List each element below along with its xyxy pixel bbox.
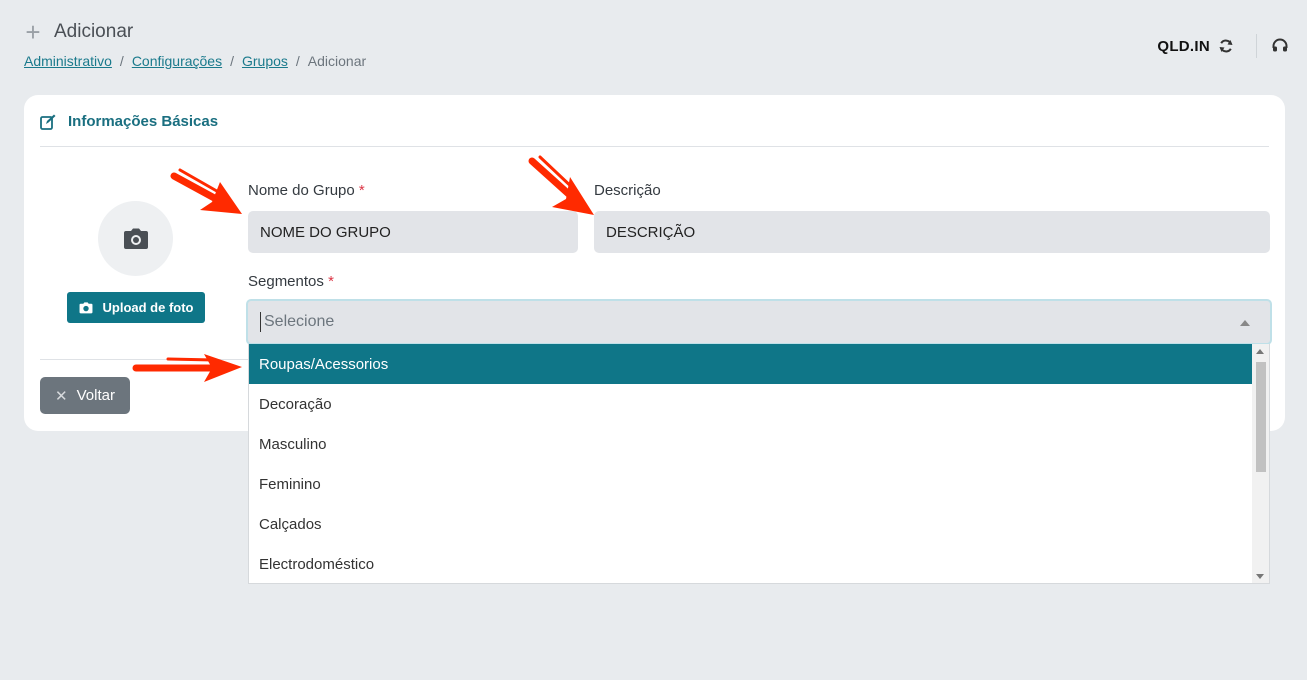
back-label: Voltar [76, 387, 115, 404]
close-icon: ✕ [55, 387, 68, 405]
segments-dropdown: Roupas/Acessorios Decoração Masculino Fe… [248, 344, 1270, 584]
camera-icon [123, 228, 148, 249]
dropdown-option[interactable]: Feminino [249, 464, 1253, 504]
annotation-arrow-icon [170, 168, 242, 214]
scroll-down-icon[interactable] [1256, 574, 1264, 579]
store-code: QLD.IN [1157, 37, 1210, 55]
card-title: Informações Básicas [68, 113, 219, 130]
text-caret [260, 312, 261, 332]
segments-placeholder: Selecione [264, 313, 335, 330]
dropdown-option[interactable]: Roupas/Acessorios [249, 344, 1253, 384]
breadcrumb-current: Adicionar [307, 53, 367, 69]
description-input[interactable]: DESCRIÇÃO [594, 211, 1270, 253]
description-label: Descrição [594, 182, 661, 199]
page-header: + Adicionar Administrativo / Configuraçõ… [24, 17, 367, 69]
card-header: Informações Básicas [40, 113, 218, 130]
segments-select[interactable]: Selecione [246, 299, 1272, 345]
breadcrumb-grupos[interactable]: Grupos [242, 53, 288, 69]
breadcrumb-configuracoes[interactable]: Configurações [132, 53, 222, 69]
photo-placeholder [98, 201, 173, 276]
camera-icon [79, 301, 92, 313]
group-name-input[interactable]: NOME DO GRUPO [248, 211, 578, 253]
dropdown-option[interactable]: Calçados [249, 504, 1253, 544]
headset-icon[interactable] [1271, 38, 1289, 54]
divider [1256, 34, 1257, 58]
annotation-arrow-icon [132, 354, 242, 382]
scrollbar-thumb[interactable] [1256, 362, 1266, 472]
plus-icon: + [25, 17, 41, 47]
dropdown-option[interactable]: Electrodoméstico [249, 544, 1253, 583]
segments-label: Segmentos * [248, 273, 334, 290]
breadcrumb: Administrativo / Configurações / Grupos … [24, 53, 367, 69]
chevron-up-icon[interactable] [1240, 320, 1250, 326]
dropdown-scrollbar[interactable] [1252, 344, 1269, 583]
upload-photo-button[interactable]: Upload de foto [67, 292, 205, 323]
page-title: Adicionar [54, 21, 134, 42]
annotation-arrow-icon [528, 155, 594, 215]
upload-photo-label: Upload de foto [102, 300, 194, 315]
breadcrumb-administrativo[interactable]: Administrativo [24, 53, 112, 69]
dropdown-option[interactable]: Decoração [249, 384, 1253, 424]
dropdown-option[interactable]: Masculino [249, 424, 1253, 464]
back-button[interactable]: ✕ Voltar [40, 377, 130, 414]
card-divider [40, 146, 1269, 147]
group-name-label: Nome do Grupo * [248, 182, 365, 199]
scroll-up-icon[interactable] [1256, 349, 1264, 354]
top-right-toolbar: QLD.IN [1157, 34, 1289, 58]
refresh-icon[interactable] [1218, 38, 1234, 54]
edit-icon [40, 114, 56, 130]
